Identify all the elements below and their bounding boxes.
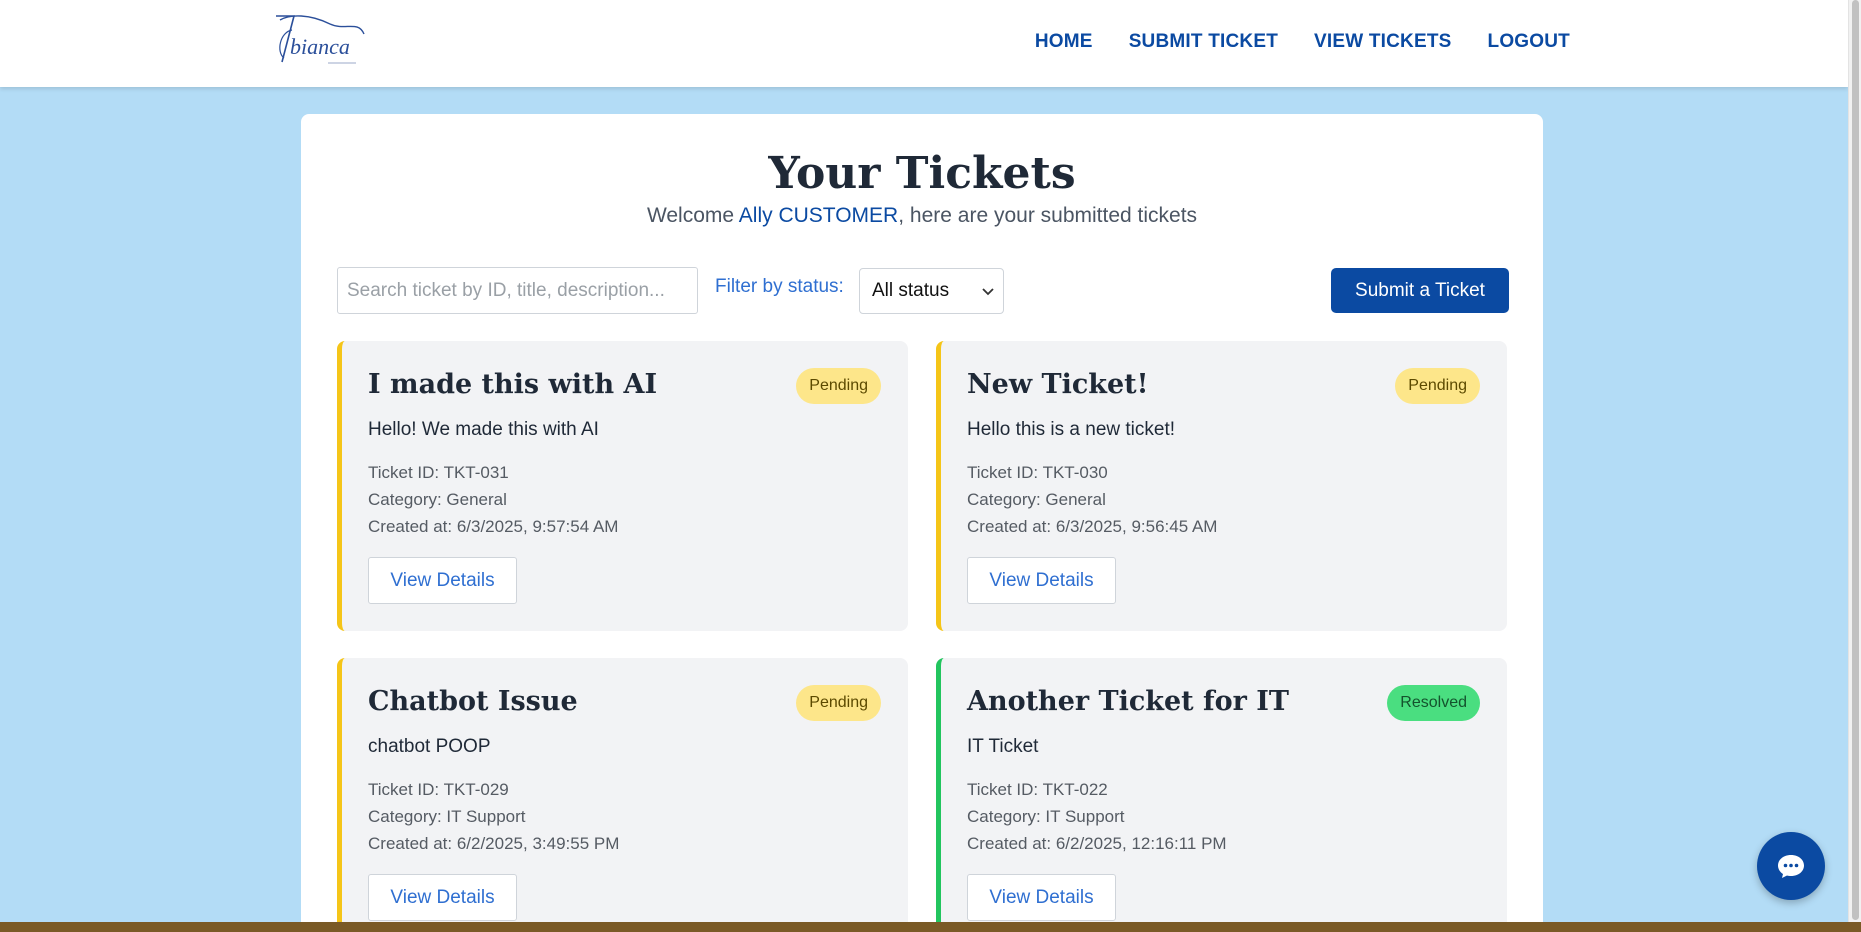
bianca-logo[interactable]: bianca — [270, 12, 370, 74]
nav-view-tickets[interactable]: VIEW TICKETS — [1314, 31, 1452, 53]
ticket-category: Category: General — [967, 490, 1106, 509]
ticket-id: Ticket ID: TKT-031 — [368, 463, 509, 482]
submit-ticket-button[interactable]: Submit a Ticket — [1331, 268, 1509, 313]
nav-submit-ticket[interactable]: SUBMIT TICKET — [1129, 31, 1278, 53]
logo-graphic: bianca — [276, 15, 365, 64]
welcome-prefix: Welcome — [646, 204, 739, 227]
status-filter-select[interactable]: All status — [859, 268, 1004, 314]
ticket-description: Hello this is a new ticket! — [967, 419, 1176, 440]
ticket-created-at: Created at: 6/3/2025, 9:56:45 AM — [967, 517, 1218, 536]
logo-text: bianca — [290, 34, 350, 59]
status-badge: Pending — [796, 368, 881, 404]
filter-status-label: Filter by status: — [715, 276, 844, 297]
ticket-search-input[interactable] — [337, 267, 698, 314]
ticket-category: Category: IT Support — [967, 807, 1125, 826]
status-badge: Resolved — [1387, 685, 1480, 721]
ticket-created-at: Created at: 6/2/2025, 12:16:11 PM — [967, 834, 1227, 853]
ticket-category: Category: IT Support — [368, 807, 526, 826]
ticket-description: chatbot POOP — [368, 736, 491, 757]
ticket-id: Ticket ID: TKT-030 — [967, 463, 1108, 482]
nav-logout[interactable]: LOGOUT — [1488, 31, 1570, 53]
chat-bubble-icon — [1778, 855, 1804, 878]
ticket-id: Ticket ID: TKT-022 — [967, 780, 1108, 799]
ticket-description: IT Ticket — [967, 736, 1039, 757]
chevron-down-icon — [981, 282, 995, 296]
nav-home[interactable]: HOME — [1035, 31, 1093, 53]
view-details-button[interactable]: View Details — [368, 557, 517, 604]
taskbar-edge — [0, 922, 1861, 932]
ticket-created-at: Created at: 6/3/2025, 9:57:54 AM — [368, 517, 619, 536]
ticket-title: Chatbot Issue — [368, 686, 578, 717]
ticket-card: New Ticket! Pending Hello this is a new … — [936, 341, 1507, 631]
view-details-button[interactable]: View Details — [368, 874, 517, 921]
page-scrollbar[interactable] — [1848, 0, 1861, 932]
ticket-card: Another Ticket for IT Resolved IT Ticket… — [936, 658, 1507, 932]
ticket-title: I made this with AI — [368, 369, 658, 400]
status-badge: Pending — [796, 685, 881, 721]
ticket-title: Another Ticket for IT — [967, 686, 1290, 717]
main-nav: HOME SUBMIT TICKET VIEW TICKETS LOGOUT — [1035, 0, 1570, 84]
ticket-title: New Ticket! — [967, 369, 1149, 400]
view-details-button[interactable]: View Details — [967, 874, 1116, 921]
tickets-panel: Your Tickets Welcome Ally CUSTOMER, here… — [301, 114, 1543, 932]
ticket-created-at: Created at: 6/2/2025, 3:49:55 PM — [368, 834, 620, 853]
ticket-id: Ticket ID: TKT-029 — [368, 780, 509, 799]
status-badge: Pending — [1395, 368, 1480, 404]
ticket-description: Hello! We made this with AI — [368, 419, 599, 440]
page-title: Your Tickets — [768, 148, 1076, 199]
welcome-message: Welcome Ally CUSTOMER, here are your sub… — [301, 204, 1543, 228]
scrollbar-thumb[interactable] — [1852, 0, 1859, 920]
view-details-button[interactable]: View Details — [967, 557, 1116, 604]
ticket-card: I made this with AI Pending Hello! We ma… — [337, 341, 908, 631]
welcome-suffix: , here are your submitted tickets — [898, 204, 1198, 227]
ticket-card: Chatbot Issue Pending chatbot POOP Ticke… — [337, 658, 908, 932]
user-name: Ally CUSTOMER — [738, 204, 899, 227]
chat-fab-button[interactable] — [1757, 832, 1825, 900]
ticket-category: Category: General — [368, 490, 507, 509]
status-filter-value: All status — [872, 280, 950, 301]
top-navbar: bianca HOME SUBMIT TICKET VIEW TICKETS L… — [0, 0, 1848, 87]
